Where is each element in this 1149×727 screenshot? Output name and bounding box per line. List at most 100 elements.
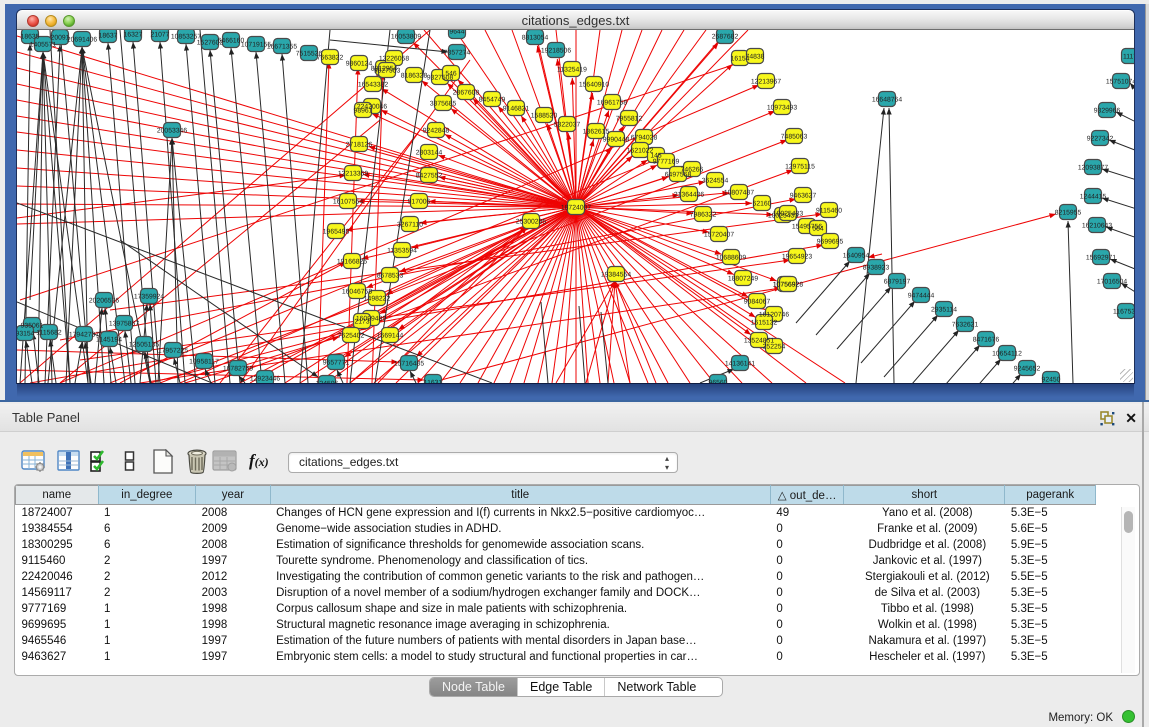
svg-text:18807249: 18807249 [728, 275, 758, 282]
svg-text:1669144: 1669144 [377, 332, 404, 339]
svg-text:17359924: 17359924 [134, 293, 164, 300]
svg-text:20053346: 20053346 [157, 127, 187, 134]
svg-text:16120746: 16120746 [759, 311, 789, 318]
svg-text:8471676: 8471676 [973, 336, 1000, 343]
svg-text:9329966: 9329966 [1094, 107, 1121, 114]
svg-text:9644: 9644 [449, 30, 464, 35]
svg-text:17957225: 17957225 [158, 347, 188, 354]
svg-text:96560: 96560 [709, 379, 728, 383]
svg-text:15716485: 15716485 [394, 360, 424, 367]
svg-text:93154: 93154 [17, 330, 35, 337]
svg-text:9860124: 9860124 [346, 60, 373, 67]
svg-text:17016504: 17016504 [1097, 278, 1127, 285]
svg-text:10756928: 10756928 [773, 281, 803, 288]
svg-text:2867608: 2867608 [453, 89, 480, 96]
svg-text:2718126: 2718126 [346, 141, 373, 148]
svg-text:7955812: 7955812 [616, 115, 643, 122]
svg-text:6879197: 6879197 [884, 278, 911, 285]
svg-text:1244415: 1244415 [1080, 193, 1107, 200]
svg-text:8215955: 8215955 [1055, 209, 1082, 216]
svg-text:2935114: 2935114 [931, 306, 957, 313]
svg-text:10958117: 10958117 [189, 358, 219, 365]
svg-text:935061: 935061 [21, 322, 44, 329]
svg-text:1615132: 1615132 [751, 319, 778, 326]
svg-text:12213967: 12213967 [751, 78, 781, 85]
svg-text:7357274: 7357274 [444, 49, 471, 56]
svg-text:2173: 2173 [354, 318, 369, 325]
svg-text:9084067: 9084067 [744, 298, 771, 305]
svg-text:1362615: 1362615 [583, 128, 610, 135]
svg-text:7632621: 7632621 [952, 321, 979, 328]
svg-text:8186328: 8186328 [401, 72, 428, 79]
svg-text:16961758: 16961758 [597, 99, 627, 106]
svg-text:11631: 11631 [424, 379, 443, 383]
svg-text:74838: 74838 [746, 53, 765, 60]
svg-text:9146821: 9146821 [503, 105, 530, 112]
svg-text:12923446: 12923446 [250, 375, 280, 382]
svg-text:19384554: 19384554 [601, 271, 631, 278]
svg-text:1145194: 1145194 [96, 336, 122, 343]
svg-text:9115460: 9115460 [816, 207, 842, 214]
svg-text:7485063: 7485063 [781, 133, 808, 140]
svg-text:9657771: 9657771 [323, 359, 350, 366]
svg-text:16046758: 16046758 [342, 288, 372, 295]
svg-text:9777169: 9777169 [653, 158, 680, 165]
svg-text:15692971: 15692971 [1086, 254, 1116, 261]
svg-text:19166825: 19166825 [337, 258, 367, 265]
svg-text:8454749: 8454749 [479, 96, 506, 103]
svg-text:10688609: 10688609 [716, 254, 746, 261]
svg-text:12213369: 12213369 [338, 170, 368, 177]
svg-text:20691406: 20691406 [67, 36, 97, 43]
svg-text:9474444: 9474444 [908, 292, 935, 299]
svg-text:9827503: 9827503 [374, 67, 401, 74]
svg-text:16648764: 16648764 [872, 96, 902, 103]
svg-text:1115682: 1115682 [36, 329, 62, 336]
svg-text:16543382: 16543382 [358, 81, 388, 88]
svg-text:13975867: 13975867 [109, 320, 139, 327]
svg-text:16210643: 16210643 [1082, 222, 1112, 229]
svg-text:7986322: 7986322 [690, 211, 717, 218]
svg-text:1167532: 1167532 [1113, 308, 1134, 315]
svg-text:10025433: 10025433 [773, 210, 803, 217]
svg-text:16327: 16327 [124, 31, 143, 38]
svg-text:7663822: 7663822 [317, 54, 344, 61]
svg-text:546: 546 [445, 70, 457, 77]
svg-text:98961: 98961 [354, 107, 373, 114]
svg-text:12505135: 12505135 [129, 341, 159, 348]
svg-text:16782759: 16782759 [223, 365, 253, 372]
svg-text:9227342: 9227342 [1087, 135, 1114, 142]
svg-text:92450: 92450 [1042, 376, 1061, 383]
svg-text:21364436: 21364436 [674, 191, 704, 198]
svg-text:9245652: 9245652 [1014, 365, 1041, 372]
svg-text:12975115: 12975115 [785, 163, 815, 170]
svg-text:12093877: 12093877 [1078, 164, 1108, 171]
svg-text:9463627: 9463627 [790, 192, 817, 199]
svg-text:20206576: 20206576 [89, 297, 119, 304]
svg-text:7625402: 7625402 [338, 332, 365, 339]
svg-text:11325419: 11325419 [557, 66, 587, 73]
svg-text:1640954: 1640954 [843, 252, 870, 259]
svg-text:124506: 124506 [316, 380, 339, 383]
svg-text:14136141: 14136141 [725, 360, 755, 367]
svg-text:8938923: 8938923 [863, 264, 890, 271]
svg-text:11353594: 11353594 [387, 247, 417, 254]
svg-text:3267110: 3267110 [397, 221, 423, 228]
svg-text:16107554: 16107554 [333, 198, 363, 205]
svg-text:2803144: 2803144 [416, 149, 443, 156]
svg-text:5322037: 5322037 [554, 121, 581, 128]
svg-text:62160: 62160 [753, 200, 772, 207]
svg-text:10973493: 10973493 [767, 104, 797, 111]
svg-text:19654923: 19654923 [782, 253, 812, 260]
svg-text:3875685: 3875685 [430, 100, 457, 107]
svg-text:1588520: 1588520 [531, 112, 558, 119]
svg-text:1498222: 1498222 [364, 295, 391, 302]
svg-text:17942737: 17942737 [69, 331, 99, 338]
svg-text:21077: 21077 [151, 31, 170, 38]
svg-text:8678533: 8678533 [377, 272, 404, 279]
svg-text:16053809: 16053809 [391, 33, 421, 40]
svg-text:1405571: 1405571 [30, 41, 57, 48]
svg-text:10654112: 10654112 [992, 350, 1022, 357]
svg-text:15720407: 15720407 [704, 231, 734, 238]
svg-text:15751074: 15751074 [1106, 78, 1134, 85]
svg-text:584: 584 [812, 225, 824, 232]
